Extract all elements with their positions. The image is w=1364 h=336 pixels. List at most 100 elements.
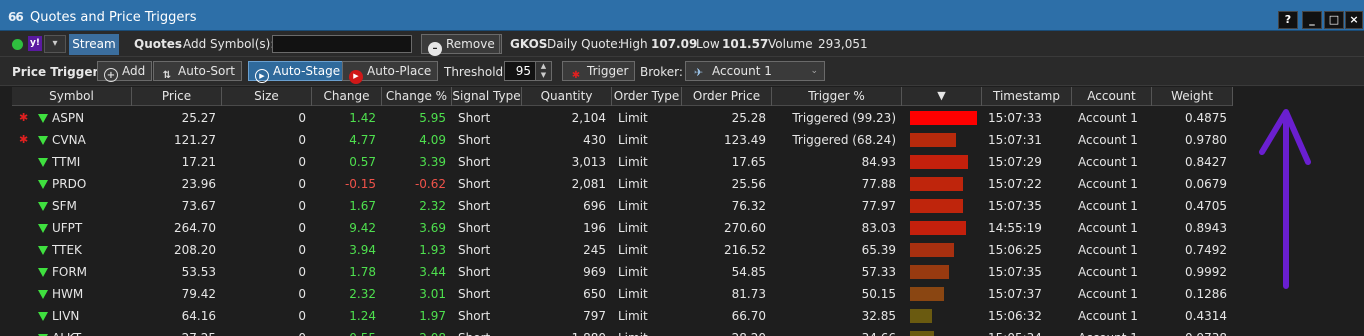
cell-order-type: Limit	[618, 133, 648, 147]
cell-account: Account 1	[1078, 133, 1138, 147]
cell-change: 1.24	[349, 309, 376, 323]
chevron-down-icon[interactable]: ▾	[44, 35, 66, 53]
threshold-label: Threshold:	[444, 65, 508, 79]
cell-price: 264.70	[174, 221, 216, 235]
price-triggers-label: Price Triggers	[12, 65, 106, 79]
short-signal-icon	[38, 202, 48, 211]
cell-quantity: 797	[583, 309, 606, 323]
cell-trigger-pct: 65.39	[861, 243, 896, 257]
cell-change-pct: 3.44	[419, 265, 446, 279]
add-symbols-input[interactable]	[272, 35, 412, 53]
table-row[interactable]: ✱ CVNA 121.27 0 4.77 4.09 Short 430 Limit 123.49 T…	[12, 129, 1234, 151]
cell-trigger-pct: Triggered (99.23)	[792, 111, 896, 125]
column-header-bar[interactable]: ▼	[902, 87, 982, 106]
trigger-level-bar	[910, 177, 963, 191]
minimize-button[interactable]: _	[1302, 11, 1322, 29]
column-header-weight[interactable]: Weight	[1152, 87, 1233, 106]
close-button[interactable]: ×	[1345, 11, 1363, 29]
column-header-signal[interactable]: Signal Type	[452, 87, 522, 106]
short-signal-icon	[38, 180, 48, 189]
auto-stage-button[interactable]: ▶ Auto-Stage	[248, 61, 348, 83]
data-source-icon[interactable]: y!	[28, 36, 42, 51]
cell-price: 23.96	[181, 177, 216, 191]
table-row[interactable]: FORM 53.53 0 1.78 3.44 Short 969 Limit 54.85 57.3…	[12, 261, 1234, 283]
cell-order-price: 123.49	[724, 133, 766, 147]
stream-button[interactable]: Stream	[69, 34, 119, 55]
column-header-symbol[interactable]: Symbol	[12, 87, 132, 106]
short-signal-icon	[38, 158, 48, 167]
table-row[interactable]: SFM 73.67 0 1.67 2.32 Short 696 Limit 76.32 77.97…	[12, 195, 1234, 217]
plus-circle-icon: +	[104, 68, 118, 82]
cell-change: 4.77	[349, 133, 376, 147]
triggers-toolbar: Price Triggers + Add ⇅ Auto-Sort ▶ Auto-Sta…	[0, 57, 1364, 86]
auto-place-button[interactable]: ▶ Auto-Place	[342, 61, 439, 84]
cell-order-type: Limit	[618, 155, 648, 169]
cell-change: 9.42	[349, 221, 376, 235]
cell-account: Account 1	[1078, 287, 1138, 301]
trigger-label: Trigger	[587, 64, 629, 78]
high-value: 107.09	[651, 37, 698, 51]
column-header-order-type[interactable]: Order Type	[612, 87, 682, 106]
table-row[interactable]: TTEK 208.20 0 3.94 1.93 Short 245 Limit 216.52 65…	[12, 239, 1234, 261]
cell-signal: Short	[458, 199, 491, 213]
trigger-icon: ✱	[571, 70, 581, 81]
cell-change-pct: 3.69	[419, 221, 446, 235]
add-symbols-label: Add Symbol(s):	[183, 37, 275, 51]
column-header-change[interactable]: Change	[312, 87, 382, 106]
threshold-stepper[interactable]: 95 ▲ ▼	[504, 61, 552, 81]
trigger-level-bar	[910, 331, 934, 336]
auto-stage-label: Auto-Stage	[273, 64, 341, 78]
add-trigger-button[interactable]: + Add	[97, 61, 153, 82]
remove-button[interactable]: – Remove	[421, 34, 502, 56]
help-button[interactable]: ?	[1278, 11, 1298, 29]
column-header-quantity[interactable]: Quantity	[522, 87, 612, 106]
trigger-level-bar	[910, 111, 977, 125]
cell-account: Account 1	[1078, 265, 1138, 279]
column-header-trigger-pct[interactable]: Trigger %	[772, 87, 902, 106]
cell-price: 121.27	[174, 133, 216, 147]
cell-price: 17.21	[181, 155, 216, 169]
cell-order-type: Limit	[618, 287, 648, 301]
table-row[interactable]: UFPT 264.70 0 9.42 3.69 Short 196 Limit 270.60 83…	[12, 217, 1234, 239]
price-triggers-grid: Symbol Price Size Change Change % Signal Type…	[12, 87, 1364, 336]
column-header-change-pct[interactable]: Change %	[382, 87, 452, 106]
cell-symbol: TTMI	[52, 155, 81, 169]
cell-quantity: 969	[583, 265, 606, 279]
table-row[interactable]: HWM 79.42 0 2.32 3.01 Short 650 Limit 81.73 50.15…	[12, 283, 1234, 305]
cell-price: 79.42	[181, 287, 216, 301]
spinner-arrows-icon[interactable]: ▲ ▼	[535, 62, 551, 80]
maximize-button[interactable]: □	[1324, 11, 1344, 29]
cell-weight: 0.9780	[1185, 133, 1227, 147]
cell-size: 0	[298, 133, 306, 147]
table-row[interactable]: ALKT 27.25 0 0.55 2.08 Short1,880 Limit28.20 34…	[12, 327, 1234, 336]
column-header-account[interactable]: Account	[1072, 87, 1152, 106]
short-signal-icon	[38, 312, 48, 321]
column-header-price[interactable]: Price	[132, 87, 222, 106]
trigger-button[interactable]: ✱ Trigger	[562, 61, 636, 81]
column-header-size[interactable]: Size	[222, 87, 312, 106]
table-row[interactable]: LIVN 64.16 0 1.24 1.97 Short 797 Limit 66.70 32.8…	[12, 305, 1234, 327]
cell-trigger-pct: 57.33	[861, 265, 896, 279]
column-header-order-price[interactable]: Order Price	[682, 87, 772, 106]
divider	[499, 35, 500, 53]
trigger-level-bar	[910, 243, 954, 257]
broker-select[interactable]: ✈ Account 1 ⌄	[685, 61, 825, 81]
cell-timestamp: 15:07:33	[988, 111, 1042, 125]
cell-change: 0.57	[349, 155, 376, 169]
cell-price: 27.25	[132, 327, 216, 336]
cell-quantity: 650	[583, 287, 606, 301]
low-label: Low	[696, 37, 720, 51]
cell-account: Account 1	[1078, 177, 1138, 191]
column-header-timestamp[interactable]: Timestamp	[982, 87, 1072, 106]
table-row[interactable]: TTMI 17.21 0 0.57 3.39 Short 3,013 Limit 17.65 84…	[12, 151, 1234, 173]
cell-trigger-pct: 84.93	[861, 155, 896, 169]
cell-price: 208.20	[174, 243, 216, 257]
table-row[interactable]: PRDO 23.96 0 -0.15 -0.62 Short 2,081 Limit 25.56…	[12, 173, 1234, 195]
short-signal-icon	[38, 114, 48, 123]
table-row[interactable]: ✱ ASPN 25.27 0 1.42 5.95 Short 2,104 Limit 25.28 T…	[12, 107, 1234, 129]
cell-quantity: 1,880	[522, 327, 606, 336]
auto-sort-button[interactable]: ⇅ Auto-Sort	[153, 61, 243, 81]
cell-trigger-pct: 77.88	[861, 177, 896, 191]
cell-order-price: 25.28	[731, 111, 766, 125]
cell-timestamp: 15:07:35	[988, 265, 1042, 279]
